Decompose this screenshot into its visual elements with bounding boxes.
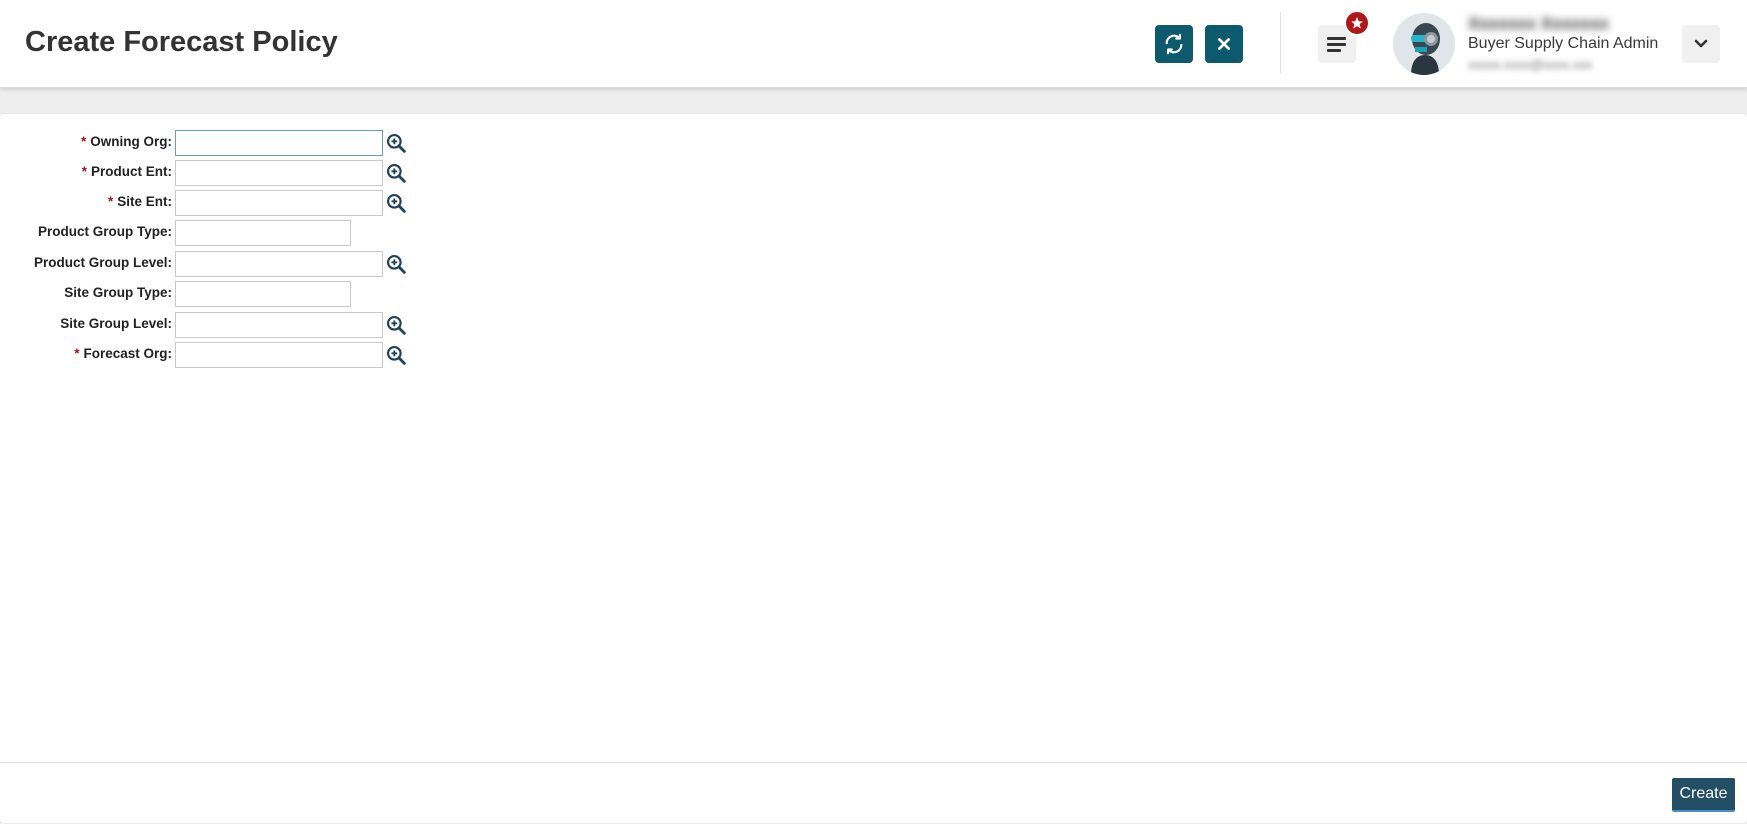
user-name: Xxxxxxx Xxxxxxx xyxy=(1468,14,1609,33)
page-header: Create Forecast Policy Xxxxxxx Xxxxxxx B… xyxy=(0,0,1747,88)
user-role: Buyer Supply Chain Admin xyxy=(1468,35,1659,52)
form-row-site-group-type: Site Group Type: xyxy=(0,280,420,308)
form-row-product-group-type: Product Group Type: xyxy=(0,219,420,247)
owning-org-input[interactable] xyxy=(175,130,383,156)
user-email: xxxxx.xxxx@xxxx.xxx xyxy=(1468,57,1593,72)
refresh-icon xyxy=(1165,33,1183,55)
avatar[interactable] xyxy=(1393,13,1455,75)
field-label-text: Product Ent: xyxy=(91,164,172,179)
refresh-button[interactable] xyxy=(1155,25,1193,63)
product-group-type-label: Product Group Type: xyxy=(38,224,172,239)
site-group-level-label: Site Group Level: xyxy=(60,316,172,331)
create-button[interactable]: Create xyxy=(1672,778,1735,812)
site-ent-label: * Site Ent: xyxy=(108,194,172,209)
search-icon[interactable] xyxy=(386,193,406,213)
owning-org-label: * Owning Org: xyxy=(81,134,172,149)
product-ent-label: * Product Ent: xyxy=(82,164,172,179)
forecast-org-input[interactable] xyxy=(175,342,383,368)
close-icon xyxy=(1218,38,1230,50)
product-group-level-input[interactable] xyxy=(175,251,383,277)
form-row-forecast-org: * Forecast Org: xyxy=(0,341,420,369)
required-marker: * xyxy=(74,346,80,361)
required-marker: * xyxy=(81,164,87,179)
field-label-text: Forecast Org: xyxy=(83,346,172,361)
field-label-text: Site Group Type: xyxy=(64,285,172,300)
user-dropdown-button[interactable] xyxy=(1682,25,1720,63)
site-group-type-label: Site Group Type: xyxy=(64,285,172,300)
search-icon[interactable] xyxy=(386,315,406,335)
site-group-level-input[interactable] xyxy=(175,312,383,338)
field-label-text: Product Group Level: xyxy=(33,255,172,270)
forecast-org-label: * Forecast Org: xyxy=(74,346,172,361)
favorites-badge[interactable] xyxy=(1344,10,1370,36)
form-row-site-ent: * Site Ent: xyxy=(0,189,420,217)
footer-divider xyxy=(0,762,1747,763)
product-group-level-label: Product Group Level: xyxy=(34,255,172,270)
form-panel: * Owning Org: * Product Ent: * Site Ent: Pr… xyxy=(0,113,1747,823)
page-title: Create Forecast Policy xyxy=(25,26,338,58)
header-divider xyxy=(1280,12,1281,74)
hamburger-menu-icon xyxy=(1327,37,1346,52)
form-row-owning-org: * Owning Org: xyxy=(0,129,420,157)
chevron-down-icon xyxy=(1694,39,1708,48)
form-row-site-group-level: Site Group Level: xyxy=(0,311,420,339)
close-button[interactable] xyxy=(1205,25,1243,63)
required-marker: * xyxy=(107,194,114,209)
product-group-type-input[interactable] xyxy=(175,220,351,246)
field-label-text: Product Group Type: xyxy=(38,224,172,239)
search-icon[interactable] xyxy=(386,133,406,153)
search-icon[interactable] xyxy=(386,163,406,183)
form-row-product-group-level: Product Group Level: xyxy=(0,250,420,278)
search-icon[interactable] xyxy=(386,345,406,365)
site-group-type-input[interactable] xyxy=(175,281,351,307)
avatar-robot-icon xyxy=(1393,13,1455,75)
product-ent-input[interactable] xyxy=(175,160,383,186)
search-icon[interactable] xyxy=(386,254,406,274)
form-row-product-ent: * Product Ent: xyxy=(0,159,420,187)
required-marker: * xyxy=(80,134,87,149)
star-icon xyxy=(1351,17,1363,29)
field-label-text: Owning Org: xyxy=(90,134,172,149)
field-label-text: Site Ent: xyxy=(117,194,172,209)
site-ent-input[interactable] xyxy=(175,190,383,216)
field-label-text: Site Group Level: xyxy=(60,316,172,331)
